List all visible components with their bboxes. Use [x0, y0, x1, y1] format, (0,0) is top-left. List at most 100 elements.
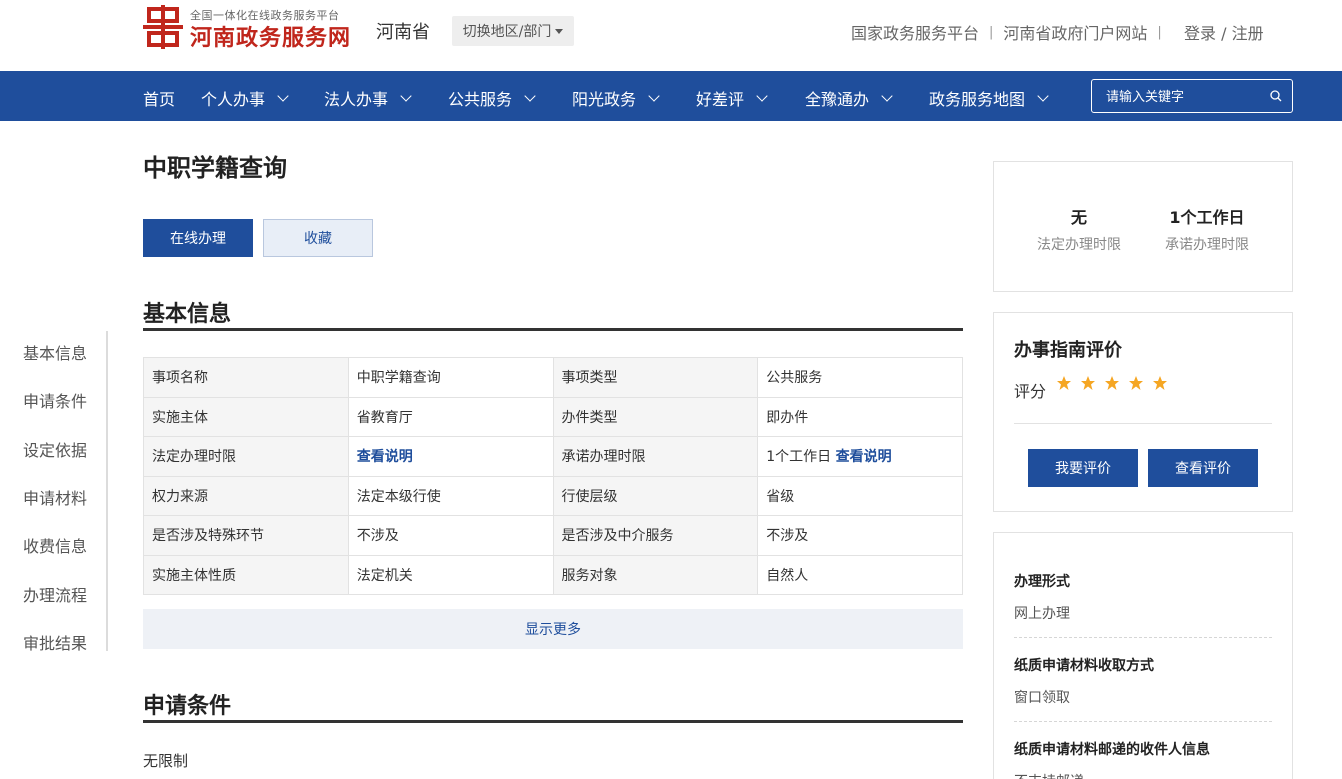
table-key: 承诺办理时限: [552, 436, 759, 477]
table-key: 事项名称: [143, 357, 349, 398]
info-title: 纸质申请材料邮递的收件人信息: [1014, 742, 1210, 758]
nav-all-province-label: 全豫通办: [805, 90, 870, 109]
table-value: 中职学籍查询: [347, 357, 554, 398]
page-title: 中职学籍查询: [143, 154, 287, 182]
nav-personal-label: 个人办事: [201, 90, 266, 109]
table-value: 查看说明: [347, 436, 554, 477]
nav-legal-label: 法人办事: [324, 90, 389, 109]
section-title-conditions: 申请条件: [143, 694, 232, 719]
nav-evaluation[interactable]: 好差评: [696, 86, 768, 110]
info-separator: [1014, 637, 1272, 638]
nav-legal[interactable]: 法人办事: [324, 86, 412, 110]
table-key: 事项类型: [552, 357, 759, 398]
rating-stars: [1056, 375, 1168, 391]
table-key: 实施主体: [143, 396, 349, 437]
table-value: 省教育厅: [347, 396, 554, 437]
table-row: 是否涉及特殊环节 不涉及 是否涉及中介服务 不涉及: [143, 515, 963, 556]
handling-info-panel: 办理形式 网上办理 纸质申请材料收取方式 窗口领取 纸质申请材料邮递的收件人信息…: [993, 532, 1293, 779]
rate-button[interactable]: 我要评价: [1028, 449, 1138, 487]
info-value: 窗口领取: [1014, 690, 1070, 706]
header: 全国一体化在线政务服务平台 河南政务服务网 河南省 切换地区/部门 国家政务服务…: [0, 0, 1342, 71]
side-nav: 基本信息 申请条件 设定依据 申请材料 收费信息 办理流程 审批结果: [0, 331, 108, 654]
table-value: 即办件: [757, 396, 963, 437]
star-icon: [1105, 376, 1119, 390]
info-handling-form: 办理形式 网上办理: [1014, 571, 1272, 623]
table-key: 办件类型: [552, 396, 759, 437]
chevron-down-icon: [881, 89, 893, 102]
search-icon[interactable]: [1270, 90, 1282, 102]
nav-service-map[interactable]: 政务服务地图: [929, 86, 1049, 110]
nav-sunshine[interactable]: 阳光政务: [572, 86, 660, 110]
table-key: 服务对象: [552, 554, 759, 595]
table-key: 是否涉及中介服务: [552, 515, 759, 556]
side-item-basis[interactable]: 设定依据: [23, 437, 87, 461]
table-row: 事项名称 中职学籍查询 事项类型 公共服务: [143, 357, 963, 398]
table-key: 权力来源: [143, 475, 349, 516]
stat-legal-time-value: 无: [1070, 208, 1087, 227]
info-title: 纸质申请材料收取方式: [1014, 658, 1154, 674]
table-row: 实施主体性质 法定机关 服务对象 自然人: [143, 554, 963, 595]
link-separator: |: [989, 24, 994, 40]
info-value: 网上办理: [1014, 606, 1070, 622]
table-value: 不涉及: [757, 515, 963, 556]
nav-personal[interactable]: 个人办事: [201, 86, 289, 110]
table-value: 自然人: [757, 554, 963, 595]
time-limit-panel: 无 法定办理时限 1个工作日 承诺办理时限: [993, 161, 1293, 292]
link-separator: |: [1157, 24, 1162, 40]
caret-down-icon: [555, 28, 564, 34]
chevron-down-icon: [1037, 89, 1049, 102]
show-more-button[interactable]: 显示更多: [143, 609, 963, 649]
side-item-process[interactable]: 办理流程: [23, 582, 87, 606]
current-province: 河南省: [376, 22, 430, 43]
table-value: 不涉及: [347, 515, 554, 556]
section-title-basic: 基本信息: [143, 302, 232, 327]
link-provincial-portal[interactable]: 河南省政府门户网站: [1003, 20, 1147, 44]
stat-legal-time-label: 法定办理时限: [1037, 237, 1121, 253]
rating-label: 评分: [1014, 382, 1047, 401]
favorite-button[interactable]: 收藏: [263, 219, 373, 257]
info-title: 办理形式: [1014, 574, 1070, 590]
info-separator: [1014, 721, 1272, 722]
view-explanation-link[interactable]: 查看说明: [357, 449, 413, 465]
table-row: 法定办理时限 查看说明 承诺办理时限 1个工作日 查看说明: [143, 436, 963, 477]
online-apply-button[interactable]: 在线办理: [143, 219, 253, 257]
promised-time-value: 1个工作日: [766, 449, 832, 466]
login-register-link[interactable]: 登录 / 注册: [1184, 20, 1264, 44]
view-ratings-button[interactable]: 查看评价: [1148, 449, 1258, 487]
view-explanation-link[interactable]: 查看说明: [836, 449, 892, 465]
table-key: 法定办理时限: [143, 436, 349, 477]
table-value: 公共服务: [757, 357, 963, 398]
chevron-down-icon: [277, 89, 289, 102]
stat-promised-time-value: 1个工作日: [1169, 208, 1245, 227]
stat-legal-time: 无 法定办理时限: [1024, 204, 1134, 254]
nav-sunshine-label: 阳光政务: [572, 90, 637, 109]
star-icon: [1153, 376, 1167, 390]
section-divider: [143, 328, 963, 331]
nav-all-province[interactable]: 全豫通办: [805, 86, 893, 110]
side-item-fees[interactable]: 收费信息: [23, 533, 87, 557]
table-value: 法定本级行使: [347, 475, 554, 516]
info-value: 不支持邮递: [1014, 771, 1272, 779]
nav-public[interactable]: 公共服务: [448, 86, 536, 110]
side-item-conditions[interactable]: 申请条件: [23, 388, 87, 412]
basic-info-table: 事项名称 中职学籍查询 事项类型 公共服务 实施主体 省教育厅 办件类型 即办件…: [143, 357, 963, 595]
side-item-result[interactable]: 审批结果: [23, 630, 87, 654]
logo-title[interactable]: 河南政务服务网: [190, 20, 351, 52]
nav-home[interactable]: 首页: [143, 86, 175, 110]
info-paper-collection: 纸质申请材料收取方式 窗口领取: [1014, 655, 1272, 707]
nav-public-label: 公共服务: [448, 90, 513, 109]
side-item-basic-info[interactable]: 基本信息: [23, 340, 87, 364]
chevron-down-icon: [400, 89, 412, 102]
henan-logo-icon[interactable]: [143, 5, 183, 49]
nav-home-label: 首页: [143, 90, 176, 109]
chevron-down-icon: [524, 89, 536, 102]
side-item-materials[interactable]: 申请材料: [23, 485, 87, 509]
search-input[interactable]: [1106, 88, 1266, 106]
stat-promised-time: 1个工作日 承诺办理时限: [1152, 204, 1262, 254]
link-national-platform[interactable]: 国家政务服务平台: [851, 20, 979, 44]
star-icon: [1129, 376, 1143, 390]
nav-service-map-label: 政务服务地图: [929, 90, 1026, 109]
info-mail-recipient: 纸质申请材料邮递的收件人信息 不支持邮递: [1014, 739, 1272, 779]
switch-region-button[interactable]: 切换地区/部门: [452, 16, 574, 46]
table-row: 权力来源 法定本级行使 行使层级 省级: [143, 475, 963, 516]
